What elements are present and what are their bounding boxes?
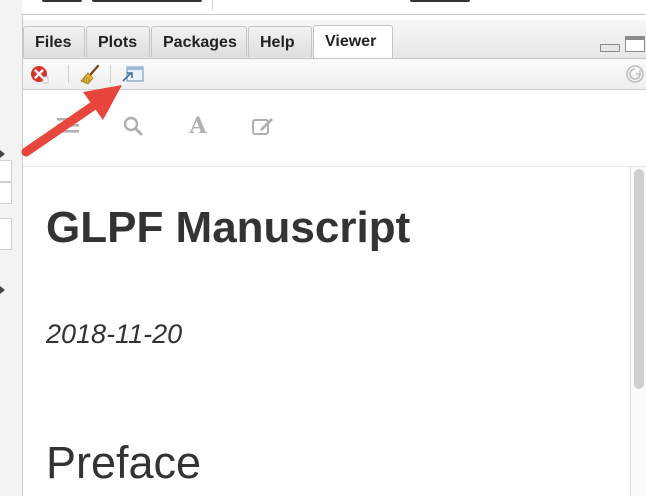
tab-plots[interactable]: Plots: [86, 26, 150, 57]
font-settings-icon[interactable]: A: [187, 113, 209, 141]
viewer-toolbar: [23, 59, 646, 90]
toolbar-separator: [110, 65, 111, 83]
collapse-arrow-icon[interactable]: [0, 286, 5, 294]
clear-current-icon[interactable]: [29, 64, 49, 84]
tab-viewer[interactable]: Viewer: [313, 25, 393, 58]
clear-all-broom-icon[interactable]: [79, 64, 100, 85]
upper-pane-text-fragment: [42, 0, 82, 2]
upper-pane-text-fragment: [92, 0, 202, 2]
minimize-pane-icon[interactable]: [600, 44, 620, 52]
pane-tab-bar: Files Plots Packages Help Viewer: [23, 20, 646, 59]
section-heading: Preface: [46, 437, 202, 488]
collapse-arrow-icon[interactable]: [0, 150, 5, 158]
adjacent-pane-box: [0, 160, 12, 182]
show-in-new-window-icon[interactable]: [121, 64, 145, 84]
adjacent-pane-box: [0, 218, 12, 250]
adjacent-pane-box: [0, 182, 12, 204]
document-content: GLPF Manuscript 2018-11-20 Preface: [23, 167, 631, 496]
upper-pane-remnant: [22, 0, 646, 15]
document-date: 2018-11-20: [46, 319, 183, 349]
book-navigation-bar: A: [23, 90, 646, 167]
toolbar-separator: [68, 65, 69, 83]
vertical-scrollbar[interactable]: [630, 167, 646, 496]
tab-files[interactable]: Files: [23, 26, 85, 57]
upper-pane-text-fragment: [410, 0, 470, 2]
viewer-pane: Files Plots Packages Help Viewer A GLPF …: [22, 20, 646, 496]
toc-menu-icon[interactable]: [57, 116, 79, 139]
edit-icon[interactable]: [252, 116, 274, 141]
svg-text:A: A: [188, 114, 207, 136]
adjacent-pane-edge: [0, 0, 23, 496]
maximize-pane-icon[interactable]: [625, 36, 645, 52]
scrollbar-thumb[interactable]: [634, 169, 644, 389]
document-title: GLPF Manuscript: [46, 203, 411, 252]
tab-help[interactable]: Help: [248, 26, 312, 57]
search-icon[interactable]: [123, 116, 143, 141]
tab-packages[interactable]: Packages: [151, 26, 247, 57]
refresh-icon[interactable]: [625, 64, 645, 89]
